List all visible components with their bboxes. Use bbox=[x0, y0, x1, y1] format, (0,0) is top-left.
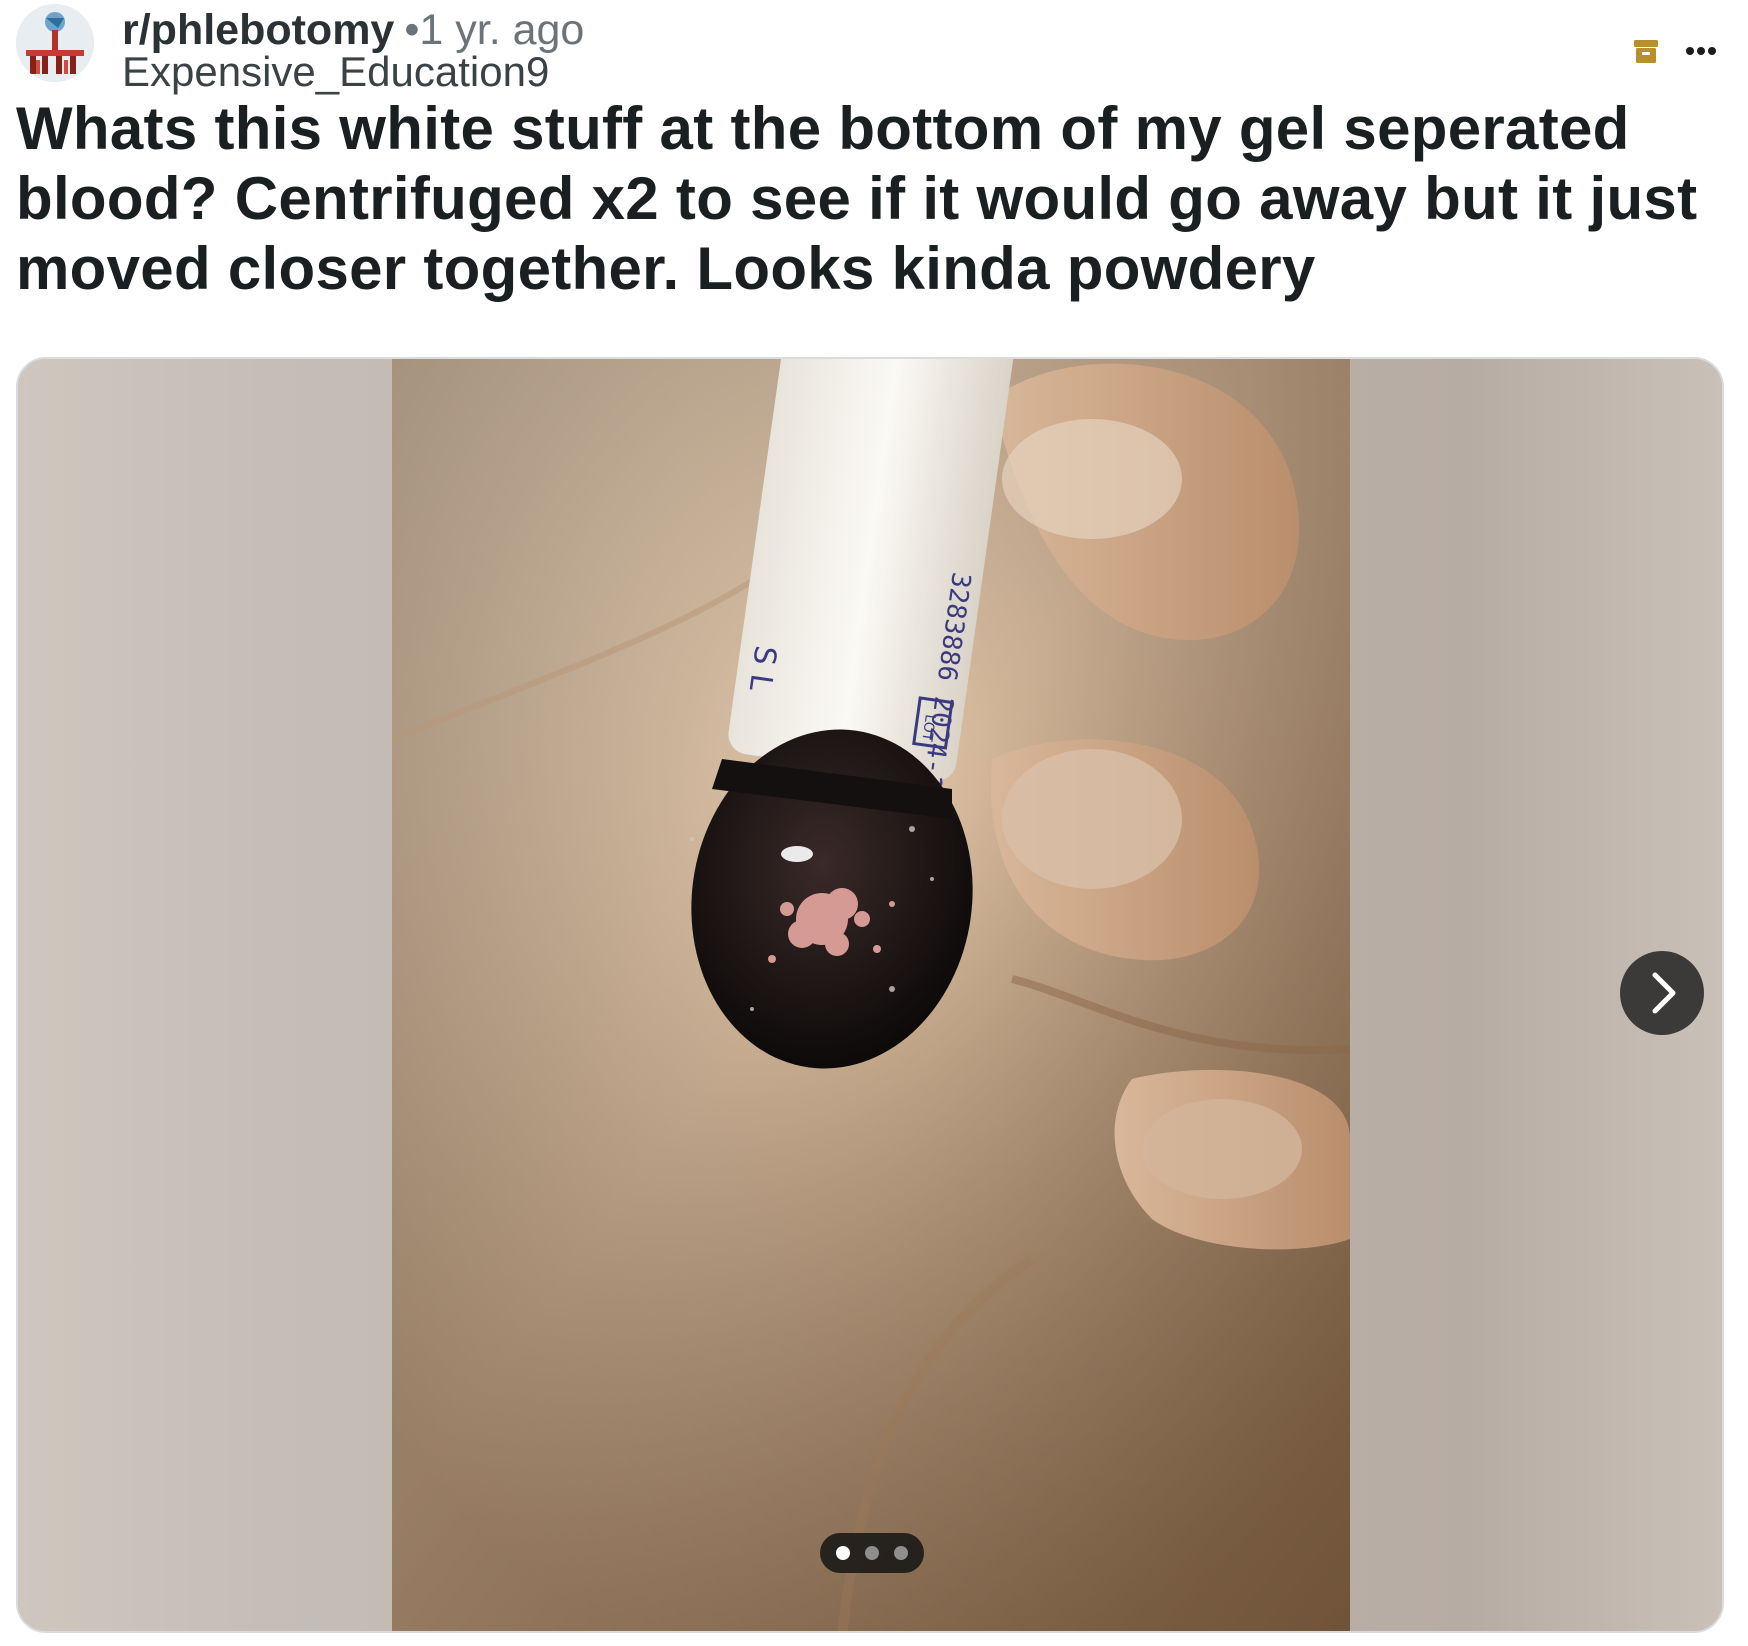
gallery-dot-3[interactable] bbox=[894, 1546, 908, 1560]
archive-icon bbox=[1630, 34, 1662, 66]
author-username-link[interactable]: Expensive_Education9 bbox=[122, 51, 584, 93]
svg-text:S L: S L bbox=[742, 643, 783, 693]
gallery-next-button[interactable] bbox=[1620, 951, 1704, 1035]
post-card: r/phlebotomy •1 yr. ago Expensive_Educati… bbox=[0, 0, 1748, 1646]
chevron-right-icon bbox=[1652, 972, 1676, 1014]
subreddit-name-link[interactable]: r/phlebotomy bbox=[122, 6, 394, 54]
gallery-pager bbox=[820, 1533, 924, 1573]
post-title[interactable]: Whats this white stuff at the bottom of … bbox=[16, 94, 1716, 304]
more-options-icon[interactable] bbox=[1686, 42, 1726, 56]
subreddit-avatar-icon[interactable] bbox=[16, 4, 94, 82]
post-meta: r/phlebotomy •1 yr. ago Expensive_Educati… bbox=[122, 4, 585, 93]
gallery-dot-2[interactable] bbox=[865, 1546, 879, 1560]
post-timestamp: 1 yr. ago bbox=[419, 6, 585, 54]
meta-separator: • bbox=[404, 6, 420, 54]
post-media-gallery[interactable]: 3283886 2024-10-31 LOT S L bbox=[16, 357, 1724, 1633]
gallery-dot-1[interactable] bbox=[836, 1546, 850, 1560]
media-photo[interactable]: 3283886 2024-10-31 LOT S L bbox=[392, 359, 1350, 1631]
post-header: r/phlebotomy •1 yr. ago Expensive_Educati… bbox=[16, 4, 1732, 94]
